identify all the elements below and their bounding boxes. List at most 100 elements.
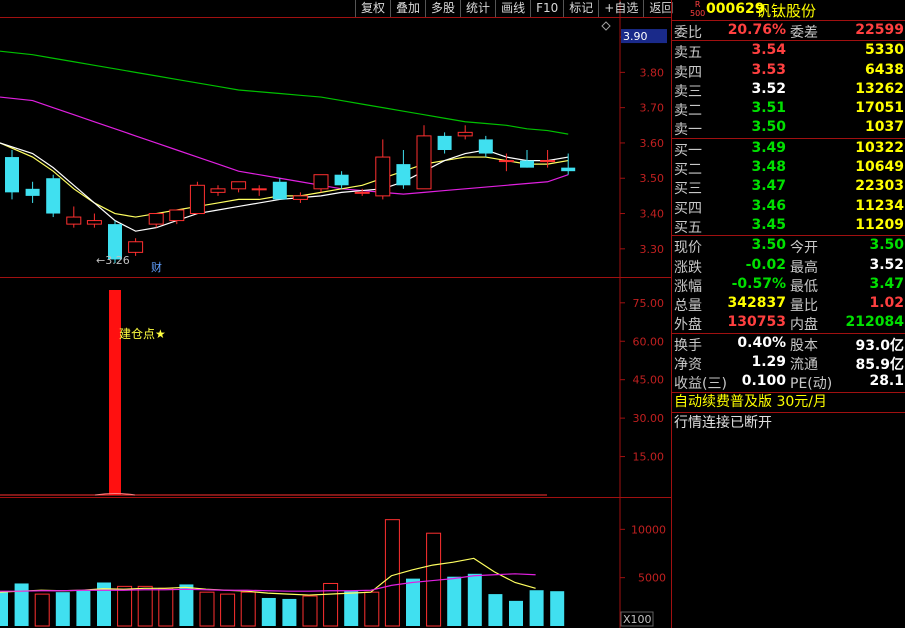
- toolbar-button-2[interactable]: 多股: [425, 0, 460, 17]
- stat-row: 涨幅 -0.57% 最低 3.47: [674, 275, 904, 295]
- volume-bar: [550, 591, 565, 626]
- bid-row: 买三 3.47 22303: [674, 178, 904, 198]
- candle-body: [375, 156, 391, 197]
- candle-body: [86, 220, 102, 225]
- toolbar-button-1[interactable]: 叠加: [390, 0, 425, 17]
- candle-body: [457, 131, 473, 137]
- stock-name: 钒钛股份: [756, 2, 817, 20]
- chart-annotation: 财: [151, 260, 162, 274]
- candle-body: [437, 135, 452, 150]
- volume-bar: [406, 578, 420, 626]
- candle-body: [66, 216, 82, 225]
- candle-body: [25, 188, 40, 196]
- candle-body: [292, 195, 308, 200]
- volume-bar: [76, 590, 91, 626]
- volume-bar: [529, 590, 544, 626]
- toolbar-button-5[interactable]: F10: [530, 0, 563, 17]
- signal-label: 建仓点★: [119, 327, 166, 341]
- candle-body: [5, 157, 19, 193]
- candle-body: [396, 164, 411, 186]
- toolbar: 复权 叠加 多股 统计 画线 F10 标记 +自选 返回: [355, 0, 678, 17]
- stats-list: 现价 3.50 今开 3.50 涨跌 -0.02 最高 3.52 涨幅 -0.57% 最低 3.47 总…: [672, 236, 905, 334]
- subscription-promo[interactable]: 自动续费普及版 30元/月: [672, 393, 905, 413]
- volume-bar: [488, 594, 503, 626]
- chart-annotation: ←3.26: [96, 254, 130, 267]
- ask-row: 卖三 3.52 13262: [674, 80, 904, 100]
- ma-line-short: [0, 142, 569, 218]
- y-tick-label: 75.00: [633, 297, 665, 310]
- y-tick-label: 10000: [631, 523, 666, 536]
- bid-row: 买一 3.49 10322: [674, 139, 904, 159]
- volume-bar: [55, 592, 70, 626]
- candle-body: [313, 174, 329, 190]
- volume-panel[interactable]: 10000 5000 X100: [0, 519, 666, 627]
- y-tick-label: 60.00: [633, 335, 665, 348]
- volume-bar: [199, 591, 215, 627]
- price-panel[interactable]: 3.903.803.703.603.503.403.303.90←3.26财: [0, 21, 667, 274]
- candle-body: [210, 188, 226, 193]
- volume-bar: [14, 583, 29, 626]
- toolbar-button-4[interactable]: 画线: [495, 0, 530, 17]
- fundamental-row: 换手 0.40% 股本 93.0亿: [674, 334, 904, 354]
- candle-body: [272, 181, 287, 200]
- unit-label: X100: [623, 613, 652, 626]
- stock-tag: R 500: [690, 0, 706, 18]
- candle-body: [189, 184, 205, 215]
- candle-body: [540, 160, 556, 163]
- weibi-row: 委比 20.76% 委差 22599: [672, 22, 905, 42]
- volume-bar: [509, 600, 523, 626]
- y-tick-label: 5000: [638, 572, 666, 585]
- y-tick-label: 30.00: [633, 412, 665, 425]
- volume-bar: [447, 576, 462, 626]
- volume-bar: [137, 585, 153, 627]
- y-tick-label: 45.00: [633, 374, 665, 387]
- quote-panel: R 500 000629 钒钛股份 委比 20.76% 委差 22599 卖五 3.…: [671, 0, 905, 628]
- toolbar-button-0[interactable]: 复权: [355, 0, 390, 17]
- bid-row: 买五 3.45 11209: [674, 216, 904, 236]
- connection-status: 行情连接已断开: [674, 414, 772, 431]
- ma-line-long: [0, 50, 569, 135]
- volume-bar: [364, 591, 380, 627]
- candle-body: [231, 181, 247, 190]
- volume-bar: [261, 597, 276, 626]
- fundamentals-list: 换手 0.40% 股本 93.0亿 净资 1.29 流通 85.9亿 收益(三) 0.100 PE(…: [672, 334, 905, 393]
- fundamental-row: 净资 1.29 流通 85.9亿: [674, 354, 904, 374]
- diamond-icon: [601, 21, 611, 31]
- ask-row: 卖一 3.50 1037: [674, 119, 904, 139]
- candle-body: [478, 139, 493, 154]
- volume-bar: [0, 592, 8, 626]
- candle-body: [354, 191, 370, 194]
- candle-body: [334, 174, 349, 186]
- bid-row: 买二 3.48 10649: [674, 159, 904, 179]
- volume-bar: [467, 573, 482, 626]
- chart-area[interactable]: 3.903.803.703.603.503.403.303.90←3.26财 7…: [0, 0, 671, 628]
- ask-row: 卖四 3.53 6438: [674, 61, 904, 81]
- candle-body: [520, 160, 534, 168]
- toolbar-button-6[interactable]: 标记: [563, 0, 598, 17]
- candle-body: [169, 209, 185, 222]
- toolbar-button-7[interactable]: +自选: [598, 0, 643, 17]
- volume-bar: [179, 584, 194, 626]
- y-tick-label: 3.30: [640, 243, 665, 256]
- y-tick-label: 3.40: [640, 208, 665, 221]
- stat-row: 外盘 130753 内盘 212084: [674, 314, 904, 334]
- candle-body: [128, 241, 144, 253]
- candle-body: [251, 188, 267, 191]
- volume-bar: [384, 519, 400, 627]
- y-tick-label: 3.80: [640, 66, 665, 79]
- toolbar-button-3[interactable]: 统计: [460, 0, 495, 17]
- volume-bar: [220, 593, 236, 627]
- fundamental-row: 收益(三) 0.100 PE(动) 28.1: [674, 373, 904, 393]
- ask-row: 卖二 3.51 17051: [674, 100, 904, 120]
- chart-frame: [0, 0, 671, 628]
- signal-panel[interactable]: 75.00 60.00 45.00 30.00 15.00 建仓点★: [0, 290, 665, 496]
- stat-row: 总量 342837 量比 1.02: [674, 295, 904, 315]
- volume-bar: [117, 585, 133, 627]
- y-tick-label: 3.60: [640, 137, 665, 150]
- volume-bar: [302, 595, 318, 627]
- candle-body: [498, 160, 514, 163]
- ask-row: 卖五 3.54 5330: [674, 42, 904, 62]
- volume-bar: [34, 593, 50, 627]
- stock-header: R 500 000629 钒钛股份: [672, 0, 905, 21]
- volume-bar: [323, 582, 339, 627]
